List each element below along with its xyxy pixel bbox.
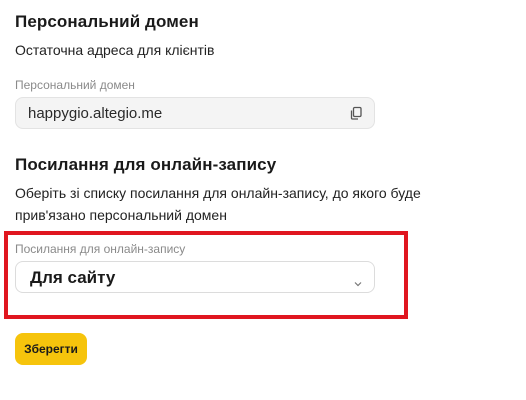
domain-field-label: Персональний домен bbox=[15, 78, 135, 92]
link-select-value: Для сайту bbox=[30, 268, 116, 287]
chevron-down-icon-svg bbox=[354, 282, 362, 287]
domain-field-value: happygio.altegio.me bbox=[28, 105, 163, 122]
link-section-description-line2: прив'язано персональний домен bbox=[15, 207, 227, 223]
chevron-down-icon bbox=[353, 274, 363, 292]
link-field-label: Посилання для онлайн-запису bbox=[15, 242, 186, 256]
domain-section-description: Остаточна адреса для клієнтів bbox=[15, 42, 215, 58]
link-select[interactable]: Для сайту bbox=[15, 261, 375, 293]
link-section-description-line1: Оберіть зі списку посилання для онлайн-з… bbox=[15, 185, 421, 201]
copy-icon-svg bbox=[350, 106, 362, 120]
save-button[interactable]: Зберегти bbox=[15, 333, 87, 365]
link-section-title: Посилання для онлайн-запису bbox=[15, 155, 277, 174]
domain-section-title: Персональний домен bbox=[15, 12, 199, 31]
copy-icon[interactable] bbox=[349, 106, 363, 125]
domain-field[interactable]: happygio.altegio.me bbox=[15, 97, 375, 129]
